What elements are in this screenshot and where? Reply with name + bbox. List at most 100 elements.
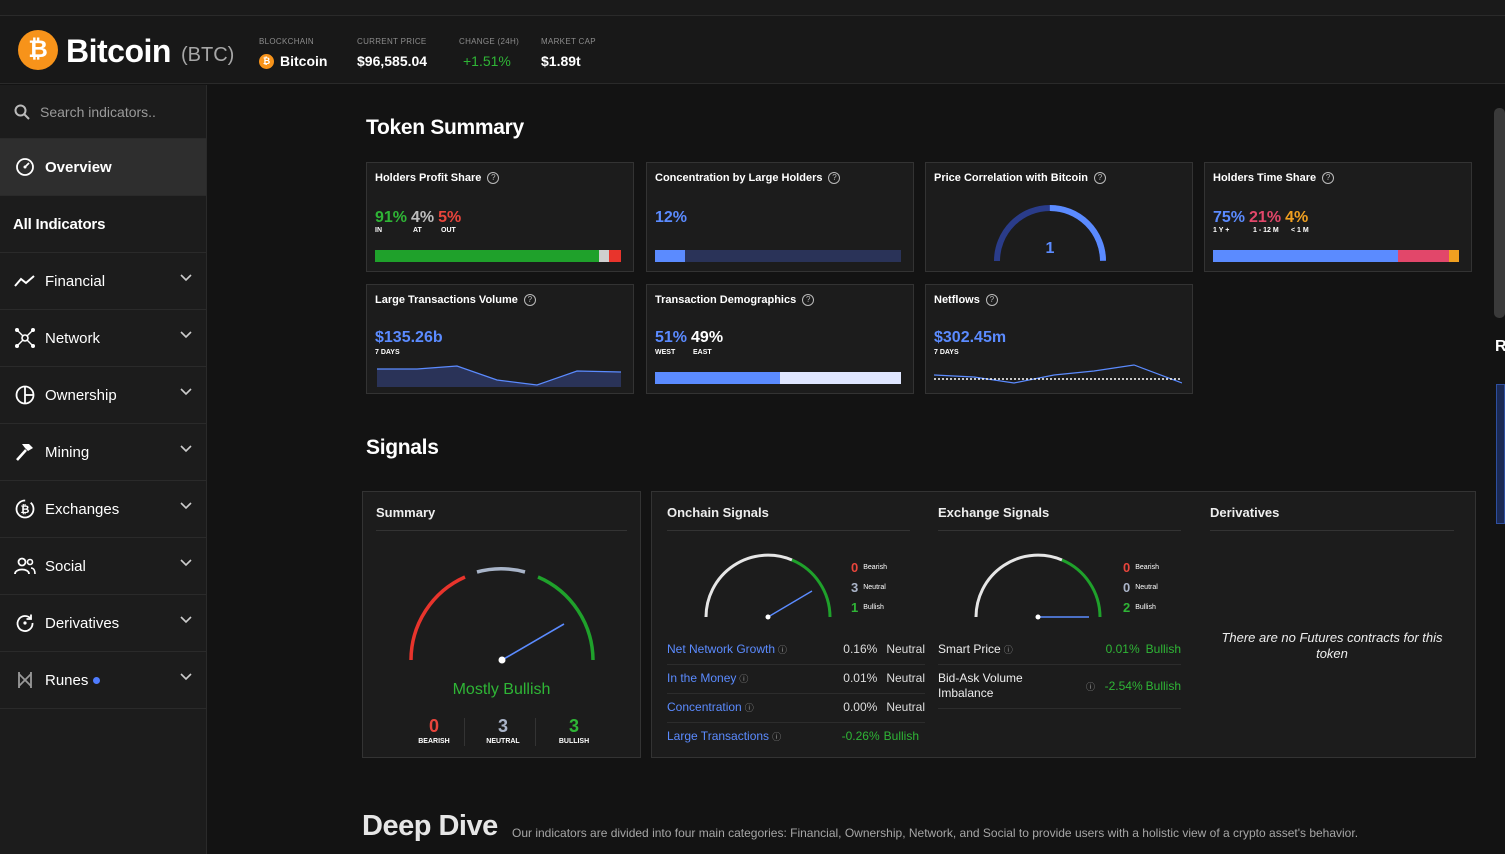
mcap-label: MARKET CAP [541, 37, 596, 46]
scrollbar[interactable] [1494, 108, 1505, 318]
coin-symbol: (BTC) [181, 44, 235, 66]
help-icon[interactable]: ? [1094, 172, 1107, 184]
onchain-gauge [704, 553, 832, 620]
sidebar: Overview All Indicators Financial Networ… [0, 85, 207, 854]
mcap-value: $1.89t [541, 53, 581, 69]
in-label: IN [375, 227, 382, 234]
sidebar-item-mining[interactable]: Mining [0, 424, 206, 481]
bearish-number: 0 [428, 716, 439, 736]
at-value: 4% [411, 209, 435, 226]
sidebar-item-network[interactable]: Network [0, 310, 206, 367]
at-label: AT [413, 227, 422, 234]
onchain-neutral: 3 Neutral [851, 580, 886, 595]
signal-row[interactable]: Bid-Ask Volume Imbalance ⓘ -2.54% Bullish [938, 671, 1181, 701]
chevron-down-icon [180, 388, 192, 396]
sidebar-item-label: Social [45, 557, 86, 575]
onchain-neutral-label: Neutral [863, 584, 886, 591]
sidebar-item-label: Exchanges [45, 500, 120, 518]
demographics-card[interactable]: Transaction Demographics? 51% 49% WEST E… [646, 284, 914, 394]
help-icon[interactable]: ? [487, 172, 500, 184]
signal-name[interactable]: Concentration [667, 700, 742, 714]
west-value: 51% [655, 329, 688, 346]
signal-row[interactable]: Net Network Growth ⓘ 0.16% Neutral [667, 642, 925, 656]
sidebar-item-social[interactable]: Social [0, 538, 206, 595]
price-value: $96,585.04 [357, 53, 428, 69]
search-bar [0, 85, 206, 139]
card-title: Transaction Demographics [655, 294, 797, 306]
sidebar-item-ownership[interactable]: Ownership [0, 367, 206, 424]
west-label: WEST [655, 349, 676, 356]
signals-detail-panel: Onchain Signals 0 Bearish 3 Neutral 1 Bulli… [651, 491, 1476, 758]
help-icon[interactable]: ? [1322, 172, 1335, 184]
signal-name[interactable]: Smart Price [938, 642, 1001, 656]
help-icon[interactable]: ? [523, 294, 536, 306]
signal-status: Neutral [886, 700, 925, 714]
bullish-label: BULLISH [558, 738, 590, 745]
summary-verdict: Mostly Bullish [452, 681, 551, 698]
chevron-down-icon [180, 331, 192, 339]
concentration-fill [655, 250, 685, 262]
signal-status: Bullish [1145, 679, 1181, 693]
netflows-card[interactable]: Netflows? $302.45m 7 DAYS [925, 284, 1193, 394]
large-tx-card[interactable]: Large Transactions Volume? $135.26b 7 DA… [366, 284, 634, 394]
correlation-card[interactable]: Price Correlation with Bitcoin? 1 [925, 162, 1193, 272]
signal-value: 0.01% [843, 671, 878, 685]
signal-row[interactable]: Large Transactions ⓘ -0.26% Bullish [667, 729, 919, 743]
deep-dive-description: Our indicators are divided into four mai… [512, 826, 1359, 840]
help-icon[interactable]: ⓘ [772, 730, 781, 743]
help-icon[interactable]: ? [985, 294, 998, 306]
blockchain-value[interactable]: Bitcoin [280, 53, 327, 69]
sidebar-item-label: All Indicators [13, 215, 106, 233]
time-share-card[interactable]: Holders Time Share? 75% 21% 4% 1 Y + 1 -… [1204, 162, 1472, 272]
large-tx-period: 7 DAYS [375, 349, 400, 356]
svg-text:₿: ₿ [21, 503, 30, 516]
help-icon[interactable]: ⓘ [745, 701, 754, 714]
card-title: Holders Time Share [1213, 172, 1317, 184]
pie-icon [14, 384, 36, 406]
help-icon[interactable]: ? [828, 172, 841, 184]
sidebar-item-derivatives[interactable]: Derivatives [0, 595, 206, 652]
help-icon[interactable]: ? [802, 294, 815, 306]
exchange-bearish-count: 0 [1123, 560, 1131, 575]
signal-row[interactable]: Smart Price ⓘ 0.01% Bullish [938, 642, 1181, 656]
help-icon[interactable]: ⓘ [1086, 680, 1095, 693]
sidebar-item-all-indicators[interactable]: All Indicators [0, 196, 206, 253]
signal-status: Bullish [883, 729, 919, 743]
sidebar-item-overview[interactable]: Overview [0, 139, 206, 196]
in-segment [375, 250, 599, 262]
signal-row[interactable]: In the Money ⓘ 0.01% Neutral [667, 671, 925, 685]
refresh-icon [14, 612, 36, 634]
signal-name[interactable]: In the Money [667, 671, 736, 685]
signal-row[interactable]: Concentration ⓘ 0.00% Neutral [667, 700, 925, 714]
clipped-letter: R [1495, 338, 1505, 355]
search-input[interactable] [40, 103, 190, 120]
sidebar-item-financial[interactable]: Financial [0, 253, 206, 310]
neutral-label: NEUTRAL [486, 738, 520, 745]
signals-heading: Signals [366, 436, 439, 459]
sidebar-item-exchanges[interactable]: ₿ Exchanges [0, 481, 206, 538]
help-icon[interactable]: ⓘ [739, 672, 748, 685]
sidebar-item-runes[interactable]: Runes [0, 652, 206, 709]
exchange-bearish-label: Bearish [1135, 564, 1159, 571]
east-value: 49% [691, 329, 724, 346]
help-icon[interactable]: ⓘ [778, 643, 787, 656]
change-stat: CHANGE (24H) +1.51% [459, 37, 519, 69]
price-stat: CURRENT PRICE $96,585.04 [357, 37, 427, 69]
out-segment [608, 250, 621, 262]
out-label: OUT [441, 227, 456, 234]
signal-name[interactable]: Net Network Growth [667, 642, 775, 656]
signal-name[interactable]: Bid-Ask Volume Imbalance [938, 671, 1048, 701]
signal-name[interactable]: Large Transactions [667, 729, 769, 743]
correlation-gauge: 1 [994, 205, 1106, 262]
netflows-sparkline [934, 364, 1182, 384]
bitcoin-logo-icon: ₿ [18, 30, 58, 70]
large-tx-value: $135.26b [375, 329, 443, 346]
holders-profit-card[interactable]: Holders Profit Share? 91% 4% 5% IN AT OU… [366, 162, 634, 272]
mcap-stat: MARKET CAP $1.89t [541, 37, 596, 69]
chart-line-icon [14, 270, 36, 292]
window-top-strip [0, 0, 1505, 16]
help-icon[interactable]: ⓘ [1004, 643, 1013, 656]
price-label: CURRENT PRICE [357, 37, 427, 46]
exchange-neutral-count: 0 [1123, 580, 1131, 595]
concentration-card[interactable]: Concentration by Large Holders? 12% [646, 162, 914, 272]
